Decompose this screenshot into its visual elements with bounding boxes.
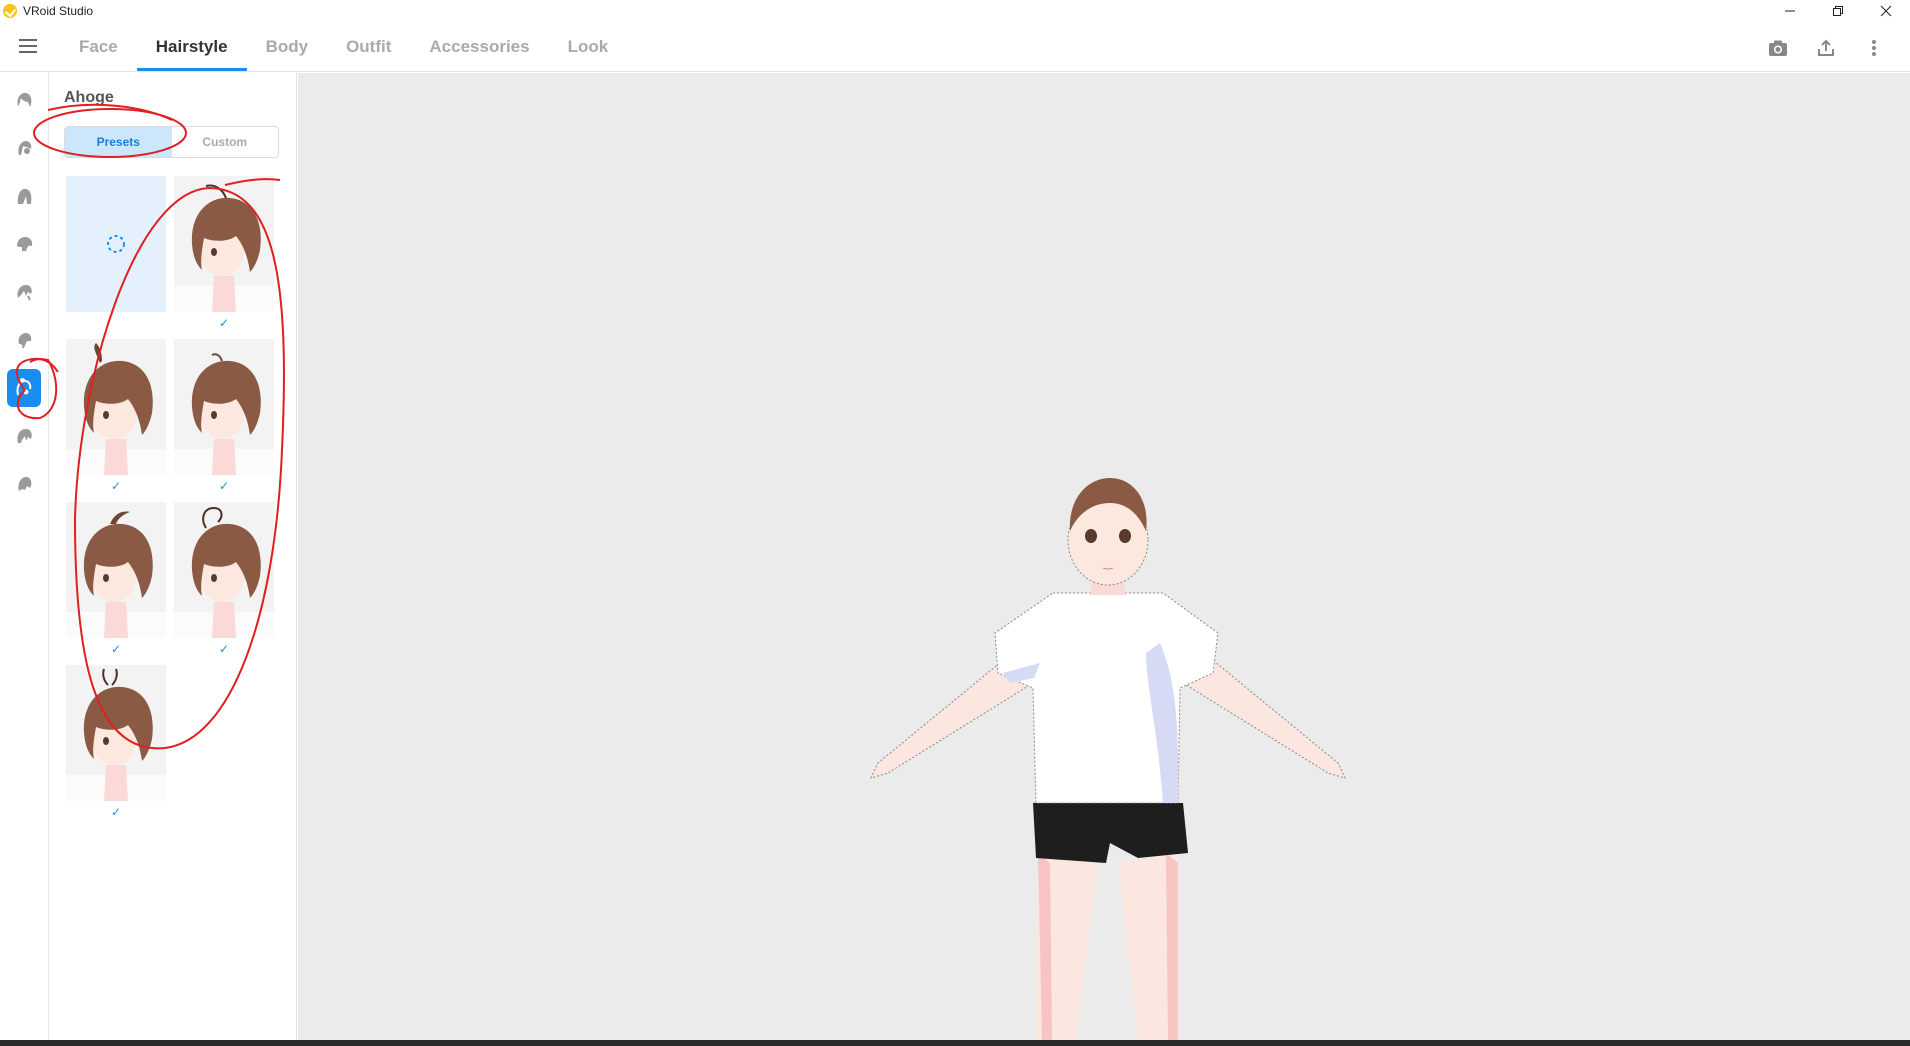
category-tabs: Face Hairstyle Body Outfit Accessories L… [60, 22, 627, 72]
rail-item-extra-hair[interactable] [7, 417, 41, 455]
hair-thumbnail [174, 184, 274, 312]
export-icon [1818, 39, 1834, 56]
tab-face[interactable]: Face [60, 22, 137, 72]
hair-thumbnail [174, 353, 274, 475]
loading-bar [0, 1040, 1910, 1046]
more-vertical-icon [1872, 40, 1876, 56]
preset-ahoge-4[interactable] [66, 502, 166, 638]
rail-item-back-hair[interactable] [7, 177, 41, 215]
vroid-logo-icon [3, 4, 17, 18]
restore-icon [1833, 6, 1843, 16]
restore-button[interactable] [1814, 0, 1862, 22]
hair-thumbnail [66, 511, 166, 638]
hair-thumbnail [66, 668, 166, 801]
rail-item-sideburn[interactable] [7, 321, 41, 359]
hair-thumbnail [66, 343, 166, 475]
preset-custom-toggle: Presets Custom [64, 126, 279, 158]
back-hair-icon [17, 188, 32, 204]
rail-item-bangs[interactable] [7, 273, 41, 311]
preset-ahoge-5[interactable] [174, 502, 274, 638]
preset-ahoge-6[interactable] [66, 665, 166, 801]
ahoge-panel: Ahoge Presets Custom ✓ ✓ ✓ ✓ ✓ ✓ [49, 73, 297, 1046]
close-button[interactable] [1862, 0, 1910, 22]
rail-item-side-hair[interactable] [7, 225, 41, 263]
preset-check-icon: ✓ [218, 642, 230, 656]
tab-accessories[interactable]: Accessories [410, 22, 548, 72]
presets-tab-button[interactable]: Presets [65, 127, 172, 157]
rail-item-front-hair[interactable] [7, 129, 41, 167]
more-button[interactable] [1858, 32, 1890, 64]
extra-hair-icon [17, 429, 32, 443]
avatar-viewport[interactable] [298, 73, 1910, 1040]
window-controls [1766, 0, 1910, 22]
preset-none[interactable] [66, 176, 166, 312]
hair-thumbnail [174, 506, 274, 638]
tab-hairstyle[interactable]: Hairstyle [136, 22, 247, 72]
preset-check-icon: ✓ [110, 642, 122, 656]
base-hair-icon [17, 92, 32, 107]
preset-check-icon: ✓ [110, 805, 122, 819]
bangs-icon [17, 285, 32, 301]
export-button[interactable] [1810, 32, 1842, 64]
preset-ahoge-2[interactable] [66, 339, 166, 475]
top-actions [1762, 32, 1890, 64]
rail-item-base-hair[interactable] [7, 81, 41, 119]
rail-item-hair-tail[interactable] [7, 465, 41, 503]
tab-look[interactable]: Look [549, 22, 628, 72]
side-hair-icon [17, 237, 33, 251]
sideburn-icon [18, 333, 32, 348]
minimize-icon [1785, 10, 1795, 12]
front-hair-icon [18, 141, 32, 155]
hair-part-rail [0, 73, 49, 1046]
close-icon [1880, 5, 1892, 17]
preset-check-icon: ✓ [218, 479, 230, 493]
panel-title: Ahoge [64, 89, 114, 106]
camera-icon [1769, 40, 1787, 56]
title-bar: VRoid Studio [0, 0, 1910, 22]
preset-check-icon: ✓ [218, 316, 230, 330]
camera-button[interactable] [1762, 32, 1794, 64]
top-nav: Face Hairstyle Body Outfit Accessories L… [0, 22, 1910, 72]
minimize-button[interactable] [1766, 0, 1814, 22]
custom-tab-button[interactable]: Custom [172, 127, 279, 157]
preset-ahoge-3[interactable] [174, 339, 274, 475]
none-icon [107, 235, 125, 253]
menu-icon[interactable] [19, 39, 37, 53]
preset-check-icon: ✓ [110, 479, 122, 493]
tab-outfit[interactable]: Outfit [327, 22, 410, 72]
avatar-model [870, 478, 1346, 1040]
preset-ahoge-1[interactable] [174, 176, 274, 312]
rail-item-ahoge[interactable] [7, 369, 41, 407]
tab-body[interactable]: Body [247, 22, 328, 72]
hair-tail-icon [18, 477, 32, 491]
window-title: VRoid Studio [23, 4, 94, 18]
ahoge-icon [16, 378, 32, 396]
